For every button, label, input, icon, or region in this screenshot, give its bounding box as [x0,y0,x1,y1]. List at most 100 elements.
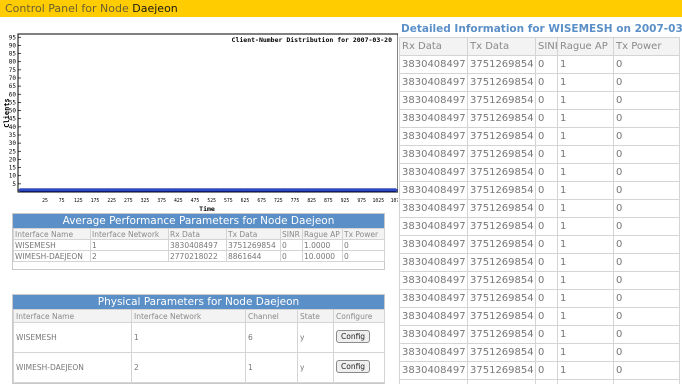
y-tick-label: 60 [9,91,17,98]
sinr-cell: 0 [535,361,558,380]
tx-data-cell: 3751269854 [467,163,536,182]
rague-ap-cell: 1 [557,325,614,344]
column-header: Tx Data [467,37,536,56]
y-tick-label: 10 [9,173,17,180]
x-tick-label: 725 [274,198,283,204]
page-title: Control Panel for Node Daejeon [5,2,178,15]
tx-power-cell: 0 [613,55,680,74]
sinr-cell: 0 [535,379,558,384]
tx-power-cell: 0 [613,271,680,290]
rague-ap-cell: 1 [557,235,614,254]
table-row: 38304084973751269854010 [399,361,680,380]
column-header: Tx Data [226,228,281,240]
chart-title: Client-Number Distribution for 2007-03-2… [232,36,393,44]
table-cell: WIMESH-DAEJEON [13,250,91,262]
rague-ap-cell: 1 [557,91,614,110]
x-tick-label: 625 [241,198,250,204]
x-tick-label: 925 [341,198,350,204]
tx-data-cell: 3751269854 [467,379,536,384]
table-cell: 8861644 [226,250,281,262]
table-row: 38304084973751269854010 [399,73,680,92]
sinr-cell: 0 [535,109,558,128]
column-header: Configure [333,309,385,323]
rx-data-cell: 3830408497 [399,163,468,182]
y-tick-label: 65 [9,83,17,90]
sinr-cell: 0 [535,91,558,110]
tx-power-cell: 0 [613,289,680,308]
table-row: WISEMESH 1 3830408497 3751269854 0 1.000… [13,239,385,251]
y-tick-label: 75 [9,67,17,74]
channel-cell: 6 [245,322,298,353]
table-cell: 0 [280,239,303,251]
x-tick-label: 525 [207,198,216,204]
rague-ap-cell: 1 [557,109,614,128]
x-tick-label: 75 [59,198,65,204]
x-tick-label: 825 [307,198,316,204]
table-row: 38304084973751269854010 [399,55,680,74]
column-header: State [297,309,334,323]
tx-power-cell: 0 [613,109,680,128]
table-row: 38304084973751269854010 [399,109,680,128]
y-tick-label: 5 [12,181,16,188]
config-button[interactable]: Config [336,330,371,343]
tx-data-cell: 3751269854 [467,73,536,92]
table-row: 38304084973751269854010 [399,163,680,182]
sinr-cell: 0 [535,145,558,164]
table-row: 38304084973751269854010 [399,271,680,290]
column-header: Tx Power [613,37,680,56]
tx-data-cell: 3751269854 [467,253,536,272]
rx-data-cell: 3830408497 [399,145,468,164]
rague-ap-cell: 1 [557,361,614,380]
table-row: 38304084973751269854010 [399,289,680,308]
table-row: 38304084973751269854010 [399,199,680,218]
header-bar: Control Panel for Node Daejeon [0,0,682,17]
tx-data-cell: 3751269854 [467,235,536,254]
y-tick-label: 80 [9,59,17,66]
sinr-cell: 0 [535,325,558,344]
config-button[interactable]: Config [336,360,371,373]
tx-power-cell: 0 [613,253,680,272]
table-row: 38304084973751269854010 [399,91,680,110]
table-cell: WISEMESH [13,239,91,251]
state-cell: y [297,322,334,353]
tx-data-cell: 3751269854 [467,343,536,362]
column-header: Interface Network [90,228,169,240]
tx-power-cell: 0 [613,325,680,344]
sinr-cell: 0 [535,199,558,218]
rx-data-cell: 3830408497 [399,253,468,272]
tx-power-cell: 0 [613,73,680,92]
sinr-cell: 0 [535,343,558,362]
column-header: SINR [535,37,558,56]
table-row: 38304084973751269854010 [399,235,680,254]
x-tick-label: 875 [324,198,333,204]
y-tick-label: 70 [9,75,17,82]
column-header: Rx Data [168,228,227,240]
rx-data-cell: 3830408497 [399,289,468,308]
sinr-cell: 0 [535,181,558,200]
detail-table: Rx Data Tx Data SINR Rague AP Tx Power 3… [399,37,680,384]
client-number-chart: 95 90 85 80 75 70 65 60 55 50 45 40 35 30 25 20 15 10 5 Cli… [2,28,399,214]
tx-power-cell: 0 [613,307,680,326]
table-row: 38304084973751269854010 [399,325,680,344]
x-tick-label: 225 [107,198,116,204]
y-tick-label: 20 [9,156,17,163]
tx-data-cell: 3751269854 [467,55,536,74]
y-tick-label: 35 [9,132,17,139]
y-tick-label: 25 [9,148,17,155]
column-header: Rx Data [399,37,468,56]
sinr-cell: 0 [535,55,558,74]
table-row: 38304084973751269854010 [399,145,680,164]
table-row: WISEMESH 1 6 y Config [13,322,385,353]
y-tick-label: 30 [9,140,17,147]
tx-data-cell: 3751269854 [467,109,536,128]
rx-data-cell: 3830408497 [399,199,468,218]
column-header: Interface Name [13,309,132,323]
interface-name-cell: WISEMESH [13,322,132,353]
tx-power-cell: 0 [613,199,680,218]
column-header: Interface Network [131,309,246,323]
sinr-cell: 0 [535,271,558,290]
sinr-cell: 0 [535,307,558,326]
rx-data-cell: 3830408497 [399,271,468,290]
table-row: 38304084973751269854010 [399,127,680,146]
tx-power-cell: 0 [613,145,680,164]
